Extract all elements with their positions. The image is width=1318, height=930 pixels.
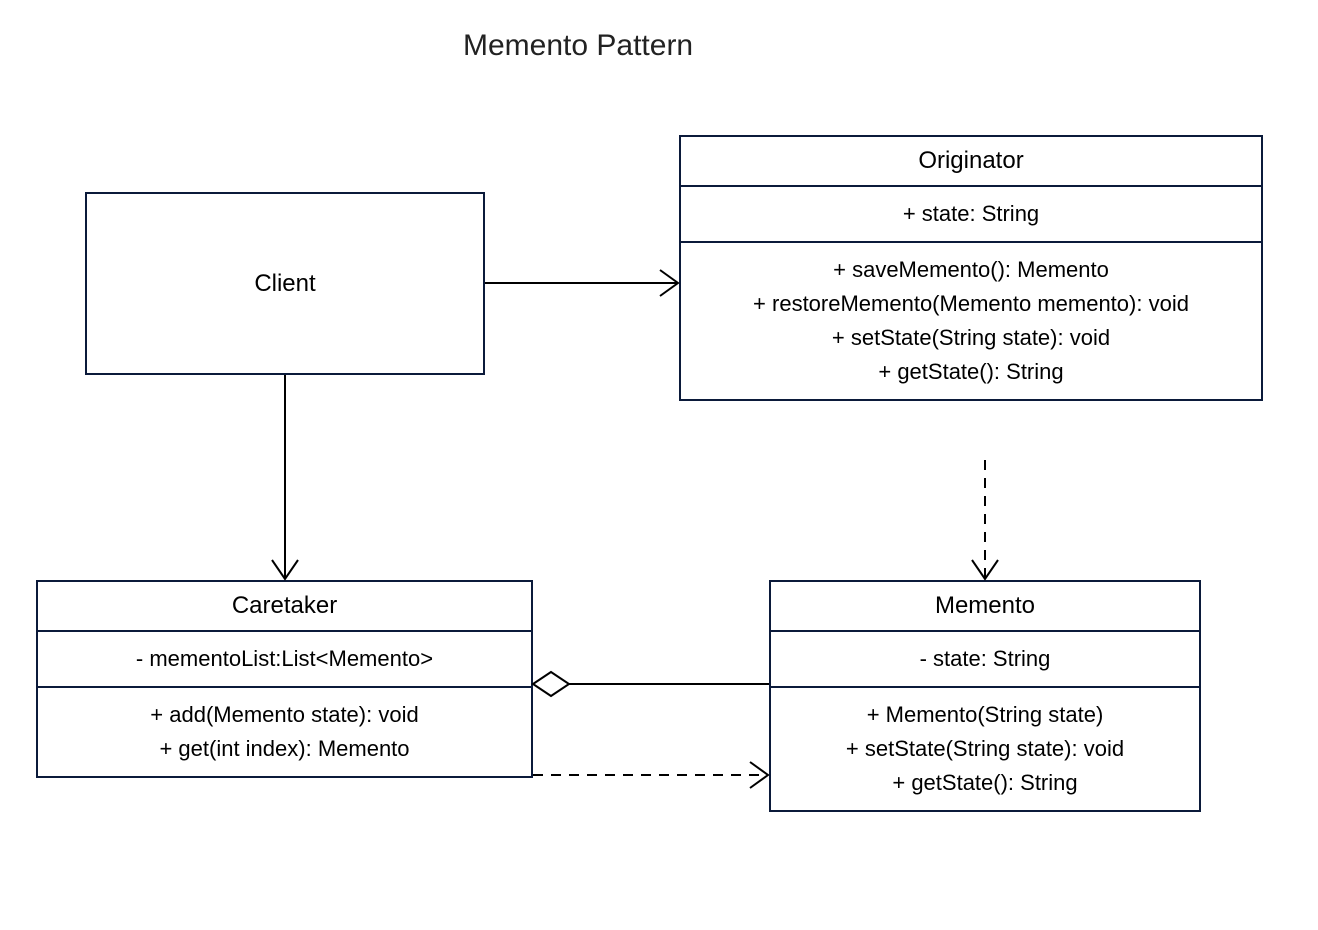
class-originator-attrs: + state: String (681, 187, 1261, 243)
caretaker-op-add: + add(Memento state): void (44, 698, 525, 732)
class-memento-attrs: - state: String (771, 632, 1199, 688)
originator-op-getstate: + getState(): String (687, 355, 1255, 389)
memento-op-setstate: + setState(String state): void (777, 732, 1193, 766)
uml-canvas: Memento Pattern Client Originator + stat… (0, 0, 1318, 930)
arrow-caretaker-memento-dependency (533, 762, 768, 788)
arrow-caretaker-memento-aggregation (533, 672, 769, 696)
memento-op-ctor: + Memento(String state) (777, 698, 1193, 732)
class-memento: Memento - state: String + Memento(String… (769, 580, 1201, 812)
caretaker-op-get: + get(int index): Memento (44, 732, 525, 766)
class-memento-name: Memento (771, 582, 1199, 632)
arrow-client-originator (485, 270, 678, 296)
class-originator: Originator + state: String + saveMemento… (679, 135, 1263, 401)
class-caretaker: Caretaker - mementoList:List<Memento> + … (36, 580, 533, 778)
class-originator-name: Originator (681, 137, 1261, 187)
class-client: Client (85, 192, 485, 375)
class-caretaker-ops: + add(Memento state): void + get(int ind… (38, 688, 531, 776)
class-memento-ops: + Memento(String state) + setState(Strin… (771, 688, 1199, 810)
arrow-originator-memento-dependency (972, 460, 998, 579)
class-caretaker-attrs: - mementoList:List<Memento> (38, 632, 531, 688)
memento-attr-state: - state: String (777, 642, 1193, 676)
class-originator-ops: + saveMemento(): Memento + restoreMement… (681, 243, 1261, 399)
originator-op-savememento: + saveMemento(): Memento (687, 253, 1255, 287)
diagram-title: Memento Pattern (463, 29, 693, 63)
originator-attr-state: + state: String (687, 197, 1255, 231)
memento-op-getstate: + getState(): String (777, 766, 1193, 800)
originator-op-restorememento: + restoreMemento(Memento memento): void (687, 287, 1255, 321)
class-client-name: Client (254, 270, 315, 298)
originator-op-setstate: + setState(String state): void (687, 321, 1255, 355)
arrow-client-caretaker (272, 375, 298, 579)
caretaker-attr-mementolist: - mementoList:List<Memento> (44, 642, 525, 676)
class-caretaker-name: Caretaker (38, 582, 531, 632)
